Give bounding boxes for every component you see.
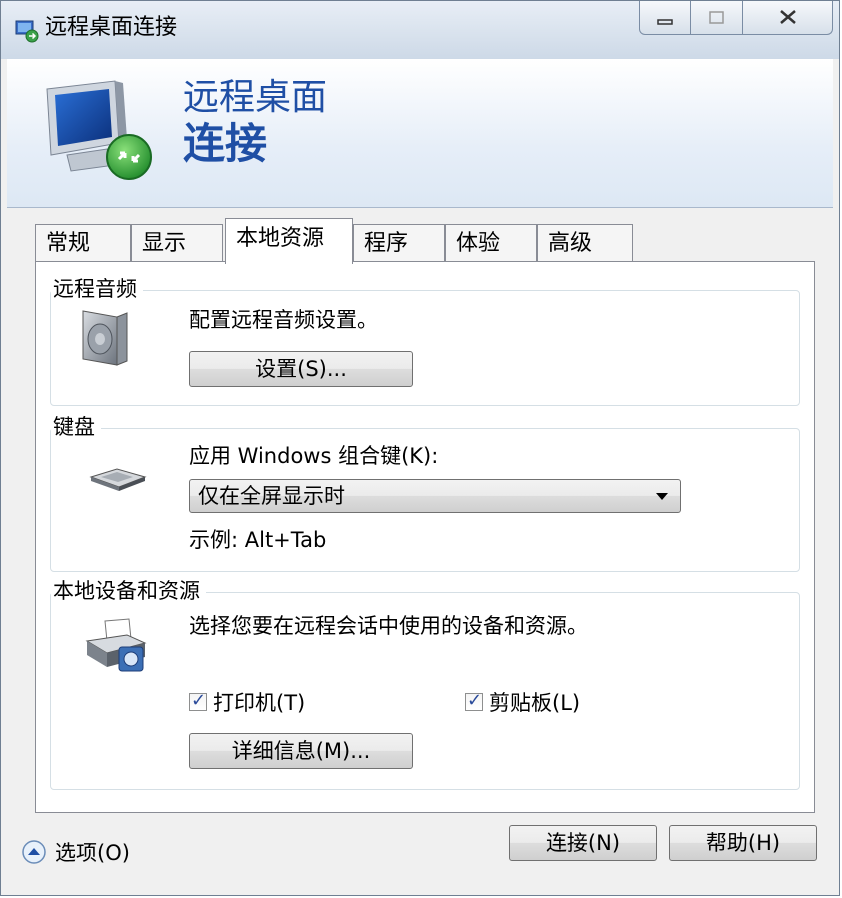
clipboard-checkbox[interactable]: 剪贴板(L) [465,687,580,717]
dialog-footer: 选项(O) 连接(N) 帮助(H) [1,813,839,895]
tab-general[interactable]: 常规 [35,224,131,262]
banner-title-line2: 连接 [183,119,268,168]
maximize-icon [708,6,725,30]
connect-button[interactable]: 连接(N) [509,825,657,861]
more-details-button[interactable]: 详细信息(M)... [189,733,413,769]
devices-icon [85,618,147,672]
local-resources-panel: 远程音频 配置远程音频设置。 设置(S)... 键盘 应用 Windows 组合… [35,261,815,813]
printer-checkbox-box[interactable] [189,690,207,711]
speaker-icon [82,310,128,366]
tab-programs[interactable]: 程序 [353,224,445,262]
printer-checkbox[interactable]: 打印机(T) [189,687,305,717]
tab-experience[interactable]: 体验 [445,224,537,262]
remote-audio-description: 配置远程音频设置。 [189,308,378,332]
dropdown-selected-value: 仅在全屏显示时 [198,484,345,508]
remote-desktop-window: 远程桌面连接 远程桌面 连接 常规 显示 本地资源 程序 体验 高级 远程音频 … [0,0,840,896]
windows-key-combo-dropdown[interactable]: 仅在全屏显示时 [189,479,681,513]
chevron-up-circle-icon [22,840,46,864]
tab-display[interactable]: 显示 [131,224,223,262]
keyboard-example-text: 示例: Alt+Tab [189,528,327,552]
minimize-button[interactable] [639,1,691,35]
close-icon [779,6,797,30]
window-title: 远程桌面连接 [45,15,178,40]
tab-local-resources[interactable]: 本地资源 [225,218,353,264]
maximize-button[interactable] [691,1,743,35]
header-banner: 远程桌面 连接 [7,59,833,208]
remote-desktop-app-icon [15,20,39,43]
minimize-icon [657,6,673,30]
chevron-down-icon [656,493,668,500]
title-bar[interactable]: 远程桌面连接 [1,1,839,59]
clipboard-checkbox-box[interactable] [465,690,483,711]
remote-audio-group-title: 远程音频 [51,276,143,302]
tab-advanced[interactable]: 高级 [537,224,633,262]
keyboard-group: 键盘 应用 Windows 组合键(K): 仅在全屏显示时 示例: Alt+Ta… [50,414,800,572]
remote-audio-group: 远程音频 配置远程音频设置。 设置(S)... [50,276,800,406]
local-devices-group: 本地设备和资源 选择您要在远程会话中使用的设备和资源。 打印机(T) 剪贴板(L… [50,578,800,790]
printer-checkbox-label: 打印机(T) [213,691,306,715]
keyboard-icon [89,468,147,491]
options-toggle-label: 选项(O) [55,841,130,865]
keyboard-group-title: 键盘 [51,414,101,440]
caption-buttons [639,1,833,37]
local-devices-group-title: 本地设备和资源 [51,578,206,604]
banner-title-line1: 远程桌面 [183,77,328,118]
audio-settings-button[interactable]: 设置(S)... [189,351,413,387]
clipboard-checkbox-label: 剪贴板(L) [489,691,581,715]
remote-desktop-monitor-icon [46,80,152,180]
options-toggle[interactable]: 选项(O) [21,837,130,867]
help-button[interactable]: 帮助(H) [669,825,817,861]
close-button[interactable] [743,1,833,35]
windows-key-combo-label: 应用 Windows 组合键(K): [189,444,439,468]
local-devices-description: 选择您要在远程会话中使用的设备和资源。 [189,614,588,638]
